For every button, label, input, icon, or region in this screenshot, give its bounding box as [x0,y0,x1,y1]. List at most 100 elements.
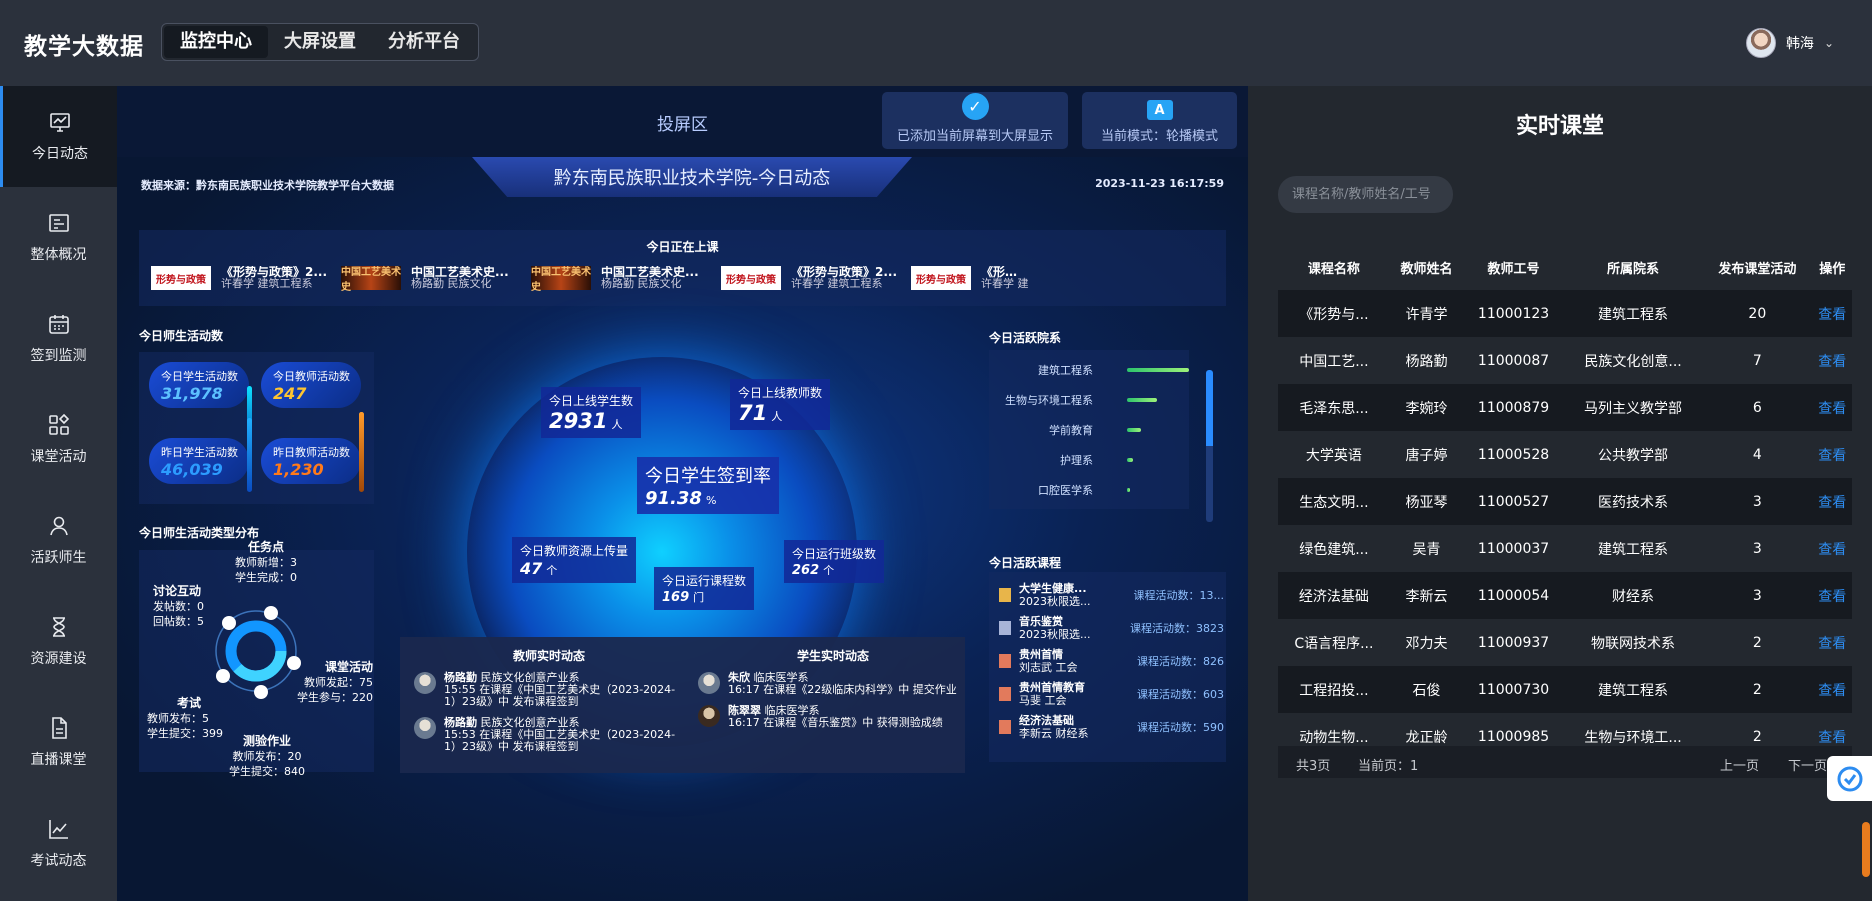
course-card[interactable]: 形势与政策 《形势与政许春学 建 [911,266,1029,290]
course-card[interactable]: 中国工艺美术史 中国工艺美术史... 杨路勤 民族文化 [341,266,519,293]
dept-name: 生物与环境工程系 [1005,394,1093,407]
table-cell: 2 [1702,666,1813,713]
table-row[interactable]: 大学英语 唐子婷 11000528 公共教学部 4 查看 [1278,431,1852,478]
assistant-icon [1837,766,1862,791]
running-courses-metric: 今日运行课程数 169 门 [654,567,755,610]
table-row[interactable]: 生态文明... 杨亚琴 11000527 医药技术系 3 查看 [1278,478,1852,525]
now-in-class-strip: 今日正在上课 形势与政策 《形势与政策》2... 许春学 建筑工程系 中国工艺美术… [139,230,1226,306]
projection-area: 投屏区 ✓ 已添加当前屏幕到大屏显示 A 当前模式：轮播模式 黔东南民族职业技术… [117,86,1248,901]
mode-status-text: 当前模式：轮播模式 [1100,129,1218,144]
feed-item[interactable]: 朱欣 临床医学系 16:17 在课程《22级临床内科学》中 提交作业 [698,672,965,696]
sidebar-item-exams[interactable]: 考试动态 [0,793,117,894]
teacher-feed-title: 教师实时动态 [512,649,585,663]
column-header: 发布课堂活动 [1718,261,1797,277]
table-cell: 物联网技术系 [1591,635,1676,652]
sidebar: 今日动态 整体概况 签到监测 课堂活动 活跃师生 资源建设 直播课堂 考试动态 [0,86,117,901]
yesterday-teacher-bubble: 昨日教师活动数 1,230 [261,438,361,484]
course-card[interactable]: 形势与政策 《形势与政策》2... 许春学 建筑工程系 [151,266,329,290]
course-thumbnail: 形势与政策 [151,266,211,290]
now-in-class-title: 今日正在上课 [646,240,719,254]
view-link[interactable]: 查看 [1812,525,1852,572]
stat-label: 昨日教师活动数 [273,446,350,459]
view-link[interactable]: 查看 [1812,572,1852,619]
grid-shapes-icon [48,413,69,435]
sidebar-item-label: 整体概况 [30,247,87,263]
yesterday-teacher-bar [359,412,364,492]
sidebar-item-overview[interactable]: 整体概况 [0,187,117,288]
table-row[interactable]: 《形势与... 许青学 11000123 建筑工程系 20 查看 [1278,290,1852,337]
avatar [414,672,436,694]
course-card[interactable]: 形势与政策 《形势与政策》2... 许春学 建筑工程系 [721,266,899,290]
user-menu[interactable]: 韩海 ⌄ [1745,28,1834,58]
added-status[interactable]: ✓ 已添加当前屏幕到大屏显示 [882,92,1068,149]
hourglass-icon [52,617,65,637]
avatar [698,705,720,727]
table-cell: 邓力夫 [1405,635,1448,652]
sidebar-item-signin[interactable]: 签到监测 [0,288,117,389]
search-input[interactable] [1278,176,1453,213]
feed-item[interactable]: 陈翠翠 临床医学系 16:17 在课程《音乐鉴赏》中 获得测验成绩 [698,705,965,729]
sidebar-item-class-activity[interactable]: 课堂活动 [0,389,117,490]
view-link[interactable]: 查看 [1812,619,1852,666]
table-cell: 2 [1752,634,1762,651]
table-cell: 3 [1752,540,1762,557]
active-course-row[interactable]: 大学生健康... 2023秋限选... 课程活动数：13... [999,582,1224,608]
prev-page-button[interactable]: 上一页 [1720,755,1759,774]
sidebar-item-resources[interactable]: 资源建设 [0,591,117,692]
course-card[interactable]: 中国工艺美术史 中国工艺美术史... 杨路勤 民族文化 [531,266,709,293]
added-status-text: 已添加当前屏幕到大屏显示 [896,129,1053,144]
sidebar-item-live[interactable]: 直播课堂 [0,692,117,793]
feed-item[interactable]: 杨路勤 民族文化创意产业系 15:55 在课程《中国工艺美术史（2023-2024… [414,672,684,708]
table-cell: 吴青 [1412,541,1441,558]
tab-monitor-center[interactable]: 监控中心 [164,26,268,58]
user-name[interactable]: 韩海 [1786,33,1814,53]
view-link[interactable]: 查看 [1812,290,1852,337]
sidebar-item-active-users[interactable]: 活跃师生 [0,490,117,591]
column-header: 操作 [1819,261,1846,277]
view-link[interactable]: 查看 [1812,431,1852,478]
assistant-float-button[interactable] [1827,756,1872,801]
activity-count-panel: 今日学生活动数 31,978 今日教师活动数 247 昨日学生活动数 46,03… [139,352,374,504]
table-row[interactable]: 中国工艺... 杨路勤 11000087 民族文化创意... 7 查看 [1278,337,1852,384]
view-link[interactable]: 查看 [1812,384,1852,431]
table-cell: 许青学 [1389,290,1464,337]
teacher-feed: 教师实时动态 杨路勤 民族文化创意产业系 15:55 在课程《中国工艺美术史（20… [414,647,684,762]
active-course-row[interactable]: 贵州首情 刘志武 工会 课程活动数：826 [999,648,1224,674]
activity-count-title: 今日师生活动数 [139,329,224,343]
mode-status[interactable]: A 当前模式：轮播模式 [1082,92,1237,149]
active-course-row[interactable]: 贵州首情教育 马斐 工会 课程活动数：603 [999,681,1224,707]
signin-rate-metric: 今日学生签到率 91.38% [637,457,779,514]
realtime-class-panel: 实时课堂 课程名称 教师姓名 教师工号 所属院系 发布课堂活动 操作 《形势与.… [1248,86,1872,901]
table-row[interactable]: 绿色建筑... 吴青 11000037 建筑工程系 3 查看 [1278,525,1852,572]
dept-scrollbar[interactable] [1206,370,1213,522]
avatar [698,672,720,694]
view-link[interactable]: 查看 [1812,337,1852,384]
stat-value: 1,230 [273,460,324,479]
table-row[interactable]: C语言程序... 邓力夫 11000937 物联网技术系 2 查看 [1278,619,1852,666]
chevron-down-icon[interactable]: ⌄ [1824,36,1834,50]
tab-screen-settings[interactable]: 大屏设置 [268,26,372,58]
bookmark-icon [999,621,1011,635]
table-cell: 3 [1702,478,1813,525]
sidebar-item-today[interactable]: 今日动态 [0,86,117,187]
course-sub: 许春学 建 [981,277,1029,290]
view-link[interactable]: 查看 [1812,666,1852,713]
feed-item[interactable]: 杨路勤 民族文化创意产业系 15:53 在课程《中国工艺美术史（2023-2024… [414,717,684,753]
page-scrollbar[interactable] [1862,822,1870,877]
tab-analysis-platform[interactable]: 分析平台 [372,26,476,58]
table-cell: 20 [1702,290,1813,337]
view-link[interactable]: 查看 [1812,478,1852,525]
carousel-mode-icon: A [1146,100,1173,120]
pagination: 共3页 当前页：1 上一页 下一页 [1278,746,1852,778]
active-course-row[interactable]: 音乐鉴赏 2023秋限选... 课程活动数：3823 [999,615,1224,641]
table-row[interactable]: 经济法基础 李新云 11000054 财经系 3 查看 [1278,572,1852,619]
avatar[interactable] [1745,28,1776,58]
table-row[interactable]: 毛泽东思... 李婉玲 11000879 马列主义教学部 6 查看 [1278,384,1852,431]
realtime-class-title: 实时课堂 [1515,114,1604,139]
next-page-button[interactable]: 下一页 [1788,755,1827,774]
table-row[interactable]: 工程招投... 石俊 11000730 建筑工程系 2 查看 [1278,666,1852,713]
table-cell: 杨路勤 [1405,353,1448,370]
realtime-class-table: 课程名称 教师姓名 教师工号 所属院系 发布课堂活动 操作 《形势与... 许青学… [1278,244,1852,760]
active-course-row[interactable]: 经济法基础 李新云 财经系 课程活动数：590 [999,714,1224,740]
app-title: 教学大数据 [24,34,144,60]
